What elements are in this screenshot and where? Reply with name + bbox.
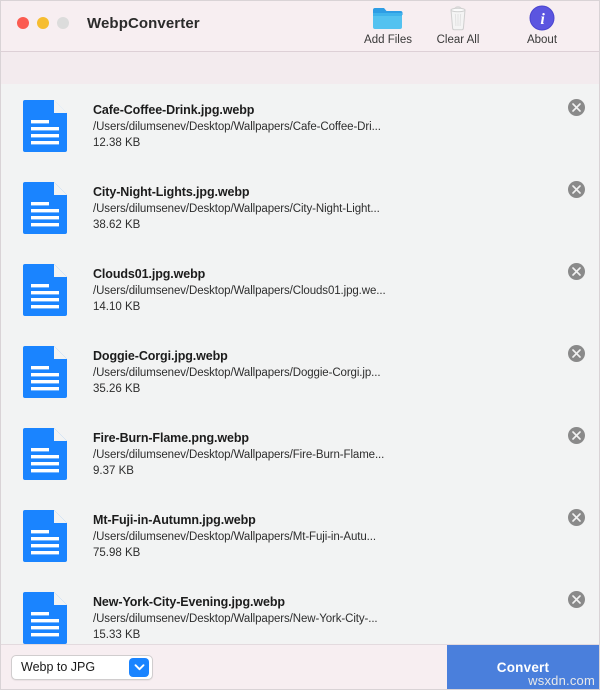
close-circle-icon[interactable]: [568, 427, 585, 444]
bottom-bar: Webp to JPG Convert wsxdn.com: [1, 644, 599, 689]
file-info: New-York-City-Evening.jpg.webp /Users/di…: [93, 595, 587, 641]
file-info: Clouds01.jpg.webp /Users/dilumsenev/Desk…: [93, 267, 587, 313]
file-size: 35.26 KB: [93, 383, 141, 395]
file-info: Mt-Fuji-in-Autumn.jpg.webp /Users/dilums…: [93, 513, 587, 559]
file-name: New-York-City-Evening.jpg.webp: [93, 595, 285, 609]
list-item[interactable]: Doggie-Corgi.jpg.webp /Users/dilumsenev/…: [1, 331, 599, 413]
conversion-mode-value: Webp to JPG: [21, 660, 96, 674]
file-name: Fire-Burn-Flame.png.webp: [93, 431, 249, 445]
about-label: About: [526, 34, 558, 46]
list-item[interactable]: Mt-Fuji-in-Autumn.jpg.webp /Users/dilums…: [1, 495, 599, 577]
file-size: 38.62 KB: [93, 219, 141, 231]
folder-icon: [372, 3, 404, 31]
file-path: /Users/dilumsenev/Desktop/Wallpapers/Clo…: [93, 285, 386, 297]
title-bar: WebpConverter Add Files Clear All i Abou…: [1, 1, 599, 51]
svg-text:i: i: [540, 11, 545, 28]
list-item[interactable]: New-York-City-Evening.jpg.webp /Users/di…: [1, 577, 599, 644]
clear-all-label: Clear All: [436, 34, 480, 46]
traffic-light-group: [17, 17, 69, 29]
document-icon: [23, 592, 67, 644]
file-path: /Users/dilumsenev/Desktop/Wallpapers/Cit…: [93, 203, 380, 215]
close-circle-icon[interactable]: [568, 99, 585, 116]
minimize-window-button[interactable]: [37, 17, 49, 29]
chevron-down-icon[interactable]: [129, 657, 149, 677]
convert-button-label: Convert: [496, 660, 550, 675]
toolbar: Add Files Clear All i About: [353, 3, 577, 46]
document-icon: [23, 346, 67, 398]
list-item[interactable]: City-Night-Lights.jpg.webp /Users/dilums…: [1, 167, 599, 249]
clear-all-button[interactable]: Clear All: [423, 3, 493, 46]
document-icon: [23, 510, 67, 562]
close-circle-icon[interactable]: [568, 509, 585, 526]
close-window-button[interactable]: [17, 17, 29, 29]
file-name: Cafe-Coffee-Drink.jpg.webp: [93, 103, 255, 117]
file-path: /Users/dilumsenev/Desktop/Wallpapers/Mt-…: [93, 531, 376, 543]
file-name: Doggie-Corgi.jpg.webp: [93, 349, 228, 363]
file-name: Mt-Fuji-in-Autumn.jpg.webp: [93, 513, 256, 527]
document-icon: [23, 182, 67, 234]
file-info: Cafe-Coffee-Drink.jpg.webp /Users/dilums…: [93, 103, 587, 149]
close-circle-icon[interactable]: [568, 181, 585, 198]
trash-icon: [446, 3, 470, 31]
conversion-mode-select[interactable]: Webp to JPG: [11, 654, 153, 680]
convert-button[interactable]: Convert: [447, 645, 599, 689]
list-item[interactable]: Cafe-Coffee-Drink.jpg.webp /Users/dilums…: [1, 85, 599, 167]
list-item[interactable]: Clouds01.jpg.webp /Users/dilumsenev/Desk…: [1, 249, 599, 331]
app-title: WebpConverter: [87, 14, 200, 32]
add-files-button[interactable]: Add Files: [353, 3, 423, 46]
document-icon: [23, 264, 67, 316]
file-name: Clouds01.jpg.webp: [93, 267, 206, 281]
close-circle-icon[interactable]: [568, 591, 585, 608]
list-item[interactable]: Fire-Burn-Flame.png.webp /Users/dilumsen…: [1, 413, 599, 495]
zoom-window-button[interactable]: [57, 17, 69, 29]
close-circle-icon[interactable]: [568, 263, 585, 280]
secondary-toolbar-band: [1, 51, 599, 84]
file-path: /Users/dilumsenev/Desktop/Wallpapers/Caf…: [93, 121, 381, 133]
file-path: /Users/dilumsenev/Desktop/Wallpapers/Fir…: [93, 449, 385, 461]
about-button[interactable]: i About: [507, 3, 577, 46]
file-list[interactable]: Cafe-Coffee-Drink.jpg.webp /Users/dilums…: [1, 85, 599, 644]
file-info: Fire-Burn-Flame.png.webp /Users/dilumsen…: [93, 431, 587, 477]
file-path: /Users/dilumsenev/Desktop/Wallpapers/Dog…: [93, 367, 381, 379]
info-icon: i: [529, 3, 555, 31]
file-size: 75.98 KB: [93, 547, 141, 559]
file-path: /Users/dilumsenev/Desktop/Wallpapers/New…: [93, 613, 378, 625]
file-size: 9.37 KB: [93, 465, 134, 477]
file-size: 12.38 KB: [93, 137, 141, 149]
close-circle-icon[interactable]: [568, 345, 585, 362]
document-icon: [23, 428, 67, 480]
document-icon: [23, 100, 67, 152]
file-info: Doggie-Corgi.jpg.webp /Users/dilumsenev/…: [93, 349, 587, 395]
app-window: WebpConverter Add Files Clear All i Abou…: [0, 0, 600, 690]
file-name: City-Night-Lights.jpg.webp: [93, 185, 250, 199]
file-info: City-Night-Lights.jpg.webp /Users/dilums…: [93, 185, 587, 231]
add-files-label: Add Files: [364, 34, 412, 46]
file-size: 15.33 KB: [93, 629, 141, 641]
file-size: 14.10 KB: [93, 301, 141, 313]
